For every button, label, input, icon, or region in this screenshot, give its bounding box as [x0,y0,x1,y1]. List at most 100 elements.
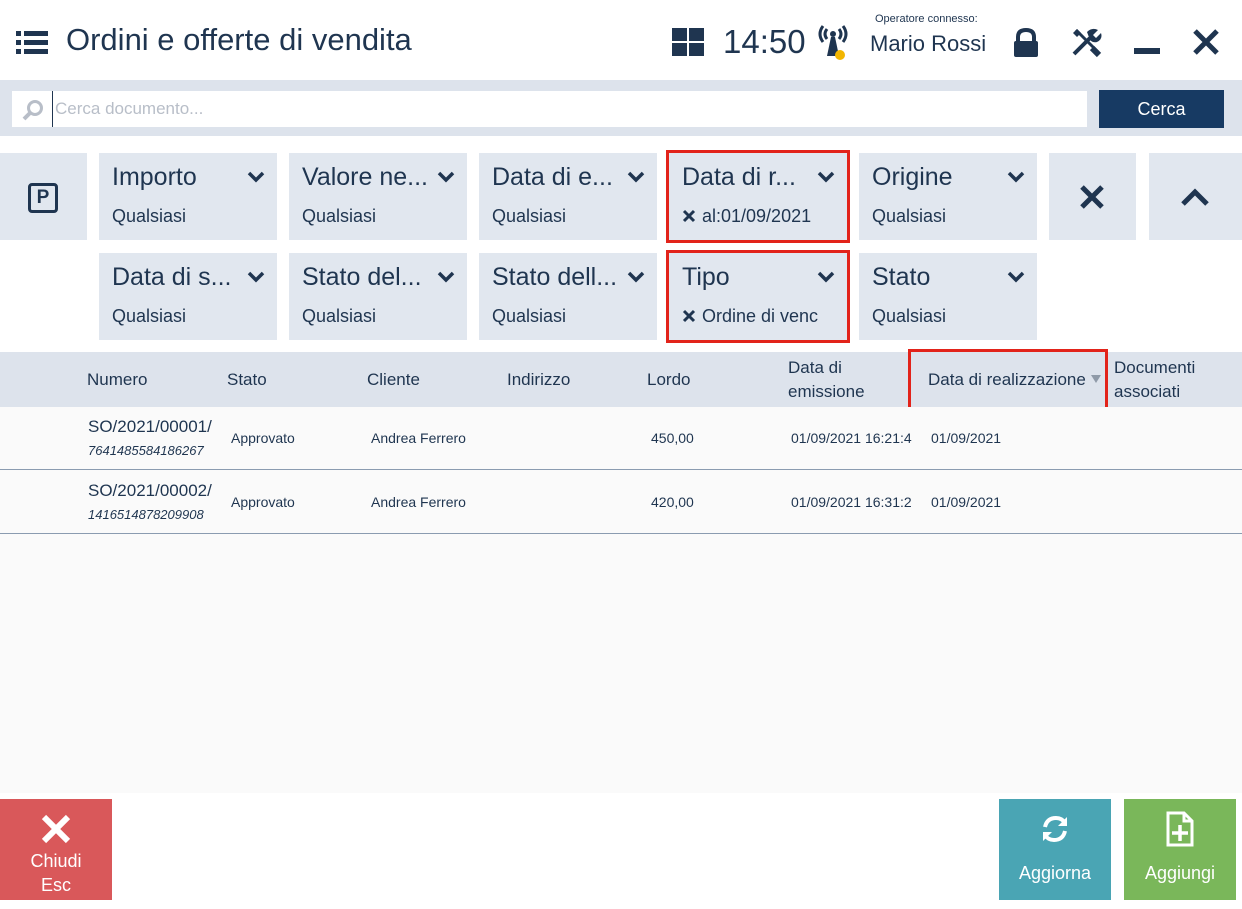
collapse-filters-button[interactable] [1149,153,1242,240]
search-bar: Cerca [0,80,1242,136]
table-row[interactable]: SO/2021/00001/ 7641485584186267 Approvat… [0,407,1242,470]
footer-toolbar: Chiudi Esc Aggiorna Aggiungi [0,793,1242,909]
column-header-numero[interactable]: Numero [87,368,147,392]
cell-data-emissione: 01/09/2021 16:31:2 [791,494,912,510]
clear-filter-icon [1080,185,1104,209]
grid-icon[interactable] [672,28,704,56]
clear-value-icon[interactable] [682,209,696,223]
cell-numero: SO/2021/00002/ [88,481,212,500]
close-button-shortcut: Esc [40,875,71,895]
filter-name: Valore ne... [302,163,429,191]
filter-value-wrap: al:01/09/2021 [682,206,842,227]
filter-value: Qualsiasi [302,206,377,226]
cell-data-realizzazione: 01/09/2021 [931,430,1002,446]
minimize-icon[interactable] [1134,48,1160,54]
cell-data-emissione: 01/09/2021 16:21:4 [791,430,912,446]
filter-importo[interactable]: Importo Qualsiasi [99,153,277,240]
clear-value-icon[interactable] [682,309,696,323]
column-header-cliente[interactable]: Cliente [367,368,420,392]
search-button[interactable]: Cerca [1099,90,1224,128]
chevron-down-icon [627,271,645,283]
filter-value: Qualsiasi [302,306,377,326]
header: Ordini e offerte di vendita 14:50 Operat… [0,0,1242,80]
chevron-down-icon [817,271,835,283]
signal-icon [818,25,848,60]
filters-panel: P Importo Qualsiasi Valore ne... Qualsia… [0,136,1242,352]
cell-cliente: Andrea Ferrero [371,494,466,510]
column-header-data-emissione[interactable]: Data di emissione [788,356,865,404]
filter-stato-dell[interactable]: Stato dell... Qualsiasi [479,253,657,340]
filter-value: Qualsiasi [872,306,947,326]
filter-value: al:01/09/2021 [702,206,812,226]
chevron-down-icon [247,171,265,183]
operator-name: Mario Rossi [870,31,987,56]
search-box [12,91,1087,127]
chevron-down-icon [627,171,645,183]
filter-value: Qualsiasi [492,306,567,326]
column-header-line: Data di [788,358,842,377]
column-header-label: Data di realizzazione [928,370,1086,389]
filter-value: Qualsiasi [112,306,187,326]
cell-stato: Approvato [231,494,295,510]
filter-name: Data di s... [112,263,232,291]
cell-data-realizzazione: 01/09/2021 [931,494,1002,510]
clock: 14:50 [723,23,806,60]
filter-value-wrap: Ordine di venc [682,306,842,327]
filter-data-scadenza[interactable]: Data di s... Qualsiasi [99,253,277,340]
search-icon [22,100,43,121]
table-header: Numero Stato Cliente Indirizzo Lordo Dat… [0,349,1242,413]
filter-name: Importo [112,163,197,191]
cell-stato: Approvato [231,430,295,446]
cell-codice: 7641485584186267 [88,443,204,458]
search-input[interactable] [52,91,1072,127]
column-header-data-realizzazione[interactable]: Data di realizzazione [928,368,1101,392]
close-button[interactable]: Chiudi Esc [0,799,112,900]
tools-icon[interactable] [1070,26,1102,58]
cell-lordo: 420,00 [651,494,694,510]
column-header-line: emissione [788,382,865,401]
filter-name: Stato [872,263,931,291]
column-header-lordo[interactable]: Lordo [647,368,690,392]
filter-name: Data di r... [682,163,796,191]
column-header-line: associati [1114,382,1181,401]
clear-filters-button[interactable] [1049,153,1136,240]
filter-data-realizzazione[interactable]: Data di r... al:01/09/2021 [666,150,850,243]
add-button[interactable]: Aggiungi [1124,799,1236,900]
table-body: SO/2021/00001/ 7641485584186267 Approvat… [0,407,1242,793]
operator-label: Operatore connesso: [875,13,978,25]
column-header-stato[interactable]: Stato [227,368,267,392]
filter-data-emissione[interactable]: Data di e... Qualsiasi [479,153,657,240]
filter-name: Tipo [682,263,730,291]
filter-tipo[interactable]: Tipo Ordine di venc [666,250,850,343]
close-icon[interactable] [1192,28,1220,56]
filter-value: Qualsiasi [112,206,187,226]
filter-name: Origine [872,163,953,191]
filter-value: Qualsiasi [872,206,947,226]
refresh-button[interactable]: Aggiorna [999,799,1111,900]
parking-button[interactable]: P [0,153,87,240]
filter-valore-netto[interactable]: Valore ne... Qualsiasi [289,153,467,240]
refresh-button-label: Aggiorna [1018,863,1092,883]
filter-value: Ordine di venc [702,306,819,326]
table-row[interactable]: SO/2021/00002/ 1416514878209908 Approvat… [0,471,1242,534]
chevron-down-icon [437,271,455,283]
cell-lordo: 450,00 [651,430,694,446]
chevron-down-icon [437,171,455,183]
column-header-indirizzo[interactable]: Indirizzo [507,368,570,392]
parking-icon: P [28,183,58,213]
column-header-documenti[interactable]: Documenti associati [1114,356,1195,404]
lock-icon[interactable] [1010,27,1042,59]
cell-numero: SO/2021/00001/ [88,417,212,436]
chevron-up-icon [1181,188,1209,206]
refresh-icon [1043,815,1067,843]
filter-value: Qualsiasi [492,206,567,226]
menu-icon[interactable] [16,30,48,54]
filter-origine[interactable]: Origine Qualsiasi [859,153,1037,240]
filter-name: Stato dell... [492,263,618,291]
add-document-icon [1166,811,1194,847]
chevron-down-icon [1007,271,1025,283]
sort-desc-icon [1090,375,1101,383]
filter-stato-del[interactable]: Stato del... Qualsiasi [289,253,467,340]
filter-stato[interactable]: Stato Qualsiasi [859,253,1037,340]
page-title: Ordini e offerte di vendita [66,22,412,57]
